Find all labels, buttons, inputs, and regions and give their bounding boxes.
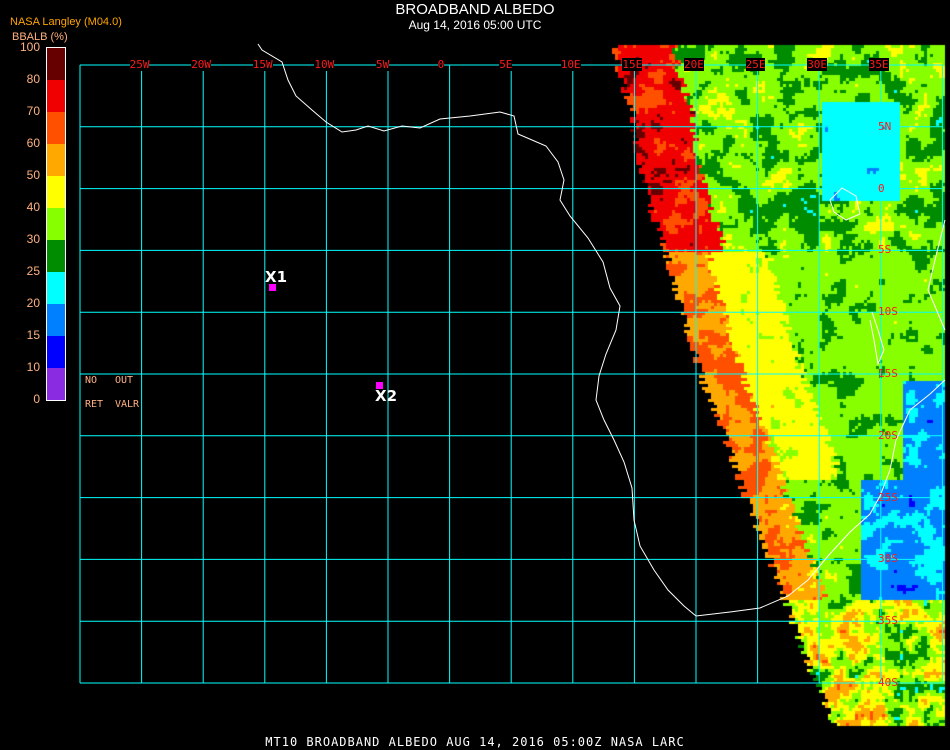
latitude-label: 30S (878, 552, 898, 566)
latitude-label: 20S (878, 428, 898, 442)
legend-tick-label: 20 (26, 296, 40, 310)
legend-tick-label: 80 (26, 72, 40, 86)
map-overlay (79, 43, 946, 684)
legend-tick-label: 10 (26, 360, 40, 374)
longitude-label: 15W (252, 58, 273, 71)
albedo-image (0, 0, 950, 750)
color-swatch (47, 112, 65, 144)
longitude-label: 10E (560, 58, 581, 71)
color-swatch (47, 304, 65, 336)
latitude-label: 10S (878, 305, 898, 319)
east-coast (927, 219, 946, 331)
marker-x1-label: X1 (265, 268, 288, 286)
color-swatch (47, 240, 65, 272)
legend-tick-label: 60 (26, 136, 40, 150)
legend-tick-label: 40 (26, 200, 40, 214)
marker-x2-label: X2 (375, 387, 398, 405)
map-timestamp: Aug 14, 2016 05:00 UTC (408, 18, 542, 32)
latitude-label: 35S (878, 614, 898, 628)
color-swatch (47, 80, 65, 112)
coastline (257, 43, 946, 617)
footer-caption: MT10 BROADBAND ALBEDO AUG 14, 2016 05:00… (265, 735, 685, 749)
longitude-label: 10W (314, 58, 335, 71)
lat-lon-grid (79, 64, 943, 684)
color-swatch (47, 368, 65, 400)
latitude-label: 0 (878, 181, 885, 195)
map-title: BROADBAND ALBEDO (395, 1, 555, 18)
color-swatch (47, 176, 65, 208)
color-swatch (47, 336, 65, 368)
legend-tick-label: 0 (33, 392, 40, 406)
source-label: NASA Langley (M04.0) (10, 16, 122, 28)
color-scale-bar (46, 47, 66, 401)
longitude-label: 35E (868, 58, 889, 71)
color-swatch (47, 208, 65, 240)
longitude-label: 5E (499, 58, 513, 71)
no-ret-label-1: NO (85, 375, 98, 386)
longitude-label: 0 (437, 58, 445, 71)
color-swatch (47, 272, 65, 304)
legend-title: BBALB (%) (12, 31, 68, 43)
legend-tick-label: 30 (26, 232, 40, 246)
legend-tick-label: 50 (26, 168, 40, 182)
out-valr-label-1: OUT (115, 375, 134, 386)
legend-tick-label: 70 (26, 104, 40, 118)
latitude-label: 5S (878, 243, 892, 257)
no-ret-label-2: RET (85, 399, 104, 410)
longitude-label: 25E (745, 58, 766, 71)
longitude-label: 20E (684, 58, 704, 71)
out-valr-label-2: VALR (115, 399, 140, 410)
lake-coast (869, 311, 885, 366)
longitude-label: 5W (376, 58, 390, 71)
lake-coast (829, 187, 861, 221)
longitude-label: 15E (622, 58, 643, 71)
legend-tick-label: 15 (26, 328, 40, 342)
longitude-label: 30E (807, 58, 828, 71)
latitude-label: 40S (878, 676, 898, 689)
legend-tick-label: 25 (26, 264, 40, 278)
longitude-label: 20W (191, 58, 212, 71)
latitude-label: 5N (878, 119, 892, 133)
color-swatch (47, 48, 65, 80)
longitude-label: 25W (129, 58, 150, 71)
latitude-label: 25S (878, 490, 898, 504)
latitude-label: 15S (878, 367, 898, 380)
color-swatch (47, 144, 65, 176)
